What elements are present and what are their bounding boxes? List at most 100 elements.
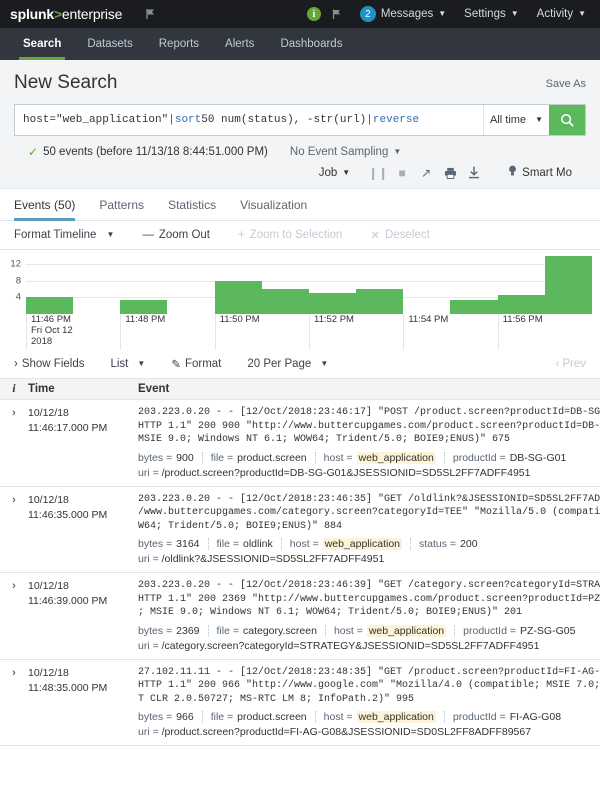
nav-label: Search <box>23 38 62 50</box>
event-uri[interactable]: uri = /product.screen?productId=DB-SG-G0… <box>138 467 600 479</box>
tab-visualization[interactable]: Visualization <box>228 189 319 220</box>
flag-icon[interactable] <box>144 7 158 21</box>
zoom-to-selection-label: Zoom to Selection <box>249 229 343 241</box>
event-uri[interactable]: uri = /oldlink?&JSESSIONID=SD5SL2FF7ADFF… <box>138 553 600 565</box>
list-mode-dropdown[interactable]: List ▼ <box>110 358 145 370</box>
timeline-bar[interactable] <box>544 256 592 314</box>
prev-page-button[interactable]: ‹ Prev <box>556 358 587 370</box>
event-time-text: 11:46:39.000 PM <box>28 595 108 607</box>
tab-events[interactable]: Events (50) <box>14 189 87 221</box>
zoom-to-selection-button[interactable]: + Zoom to Selection <box>238 229 342 241</box>
expand-row-icon[interactable]: › <box>0 666 28 739</box>
event-field[interactable]: bytes = 3164 <box>138 538 209 550</box>
activity-menu[interactable]: Activity ▼ <box>537 8 586 20</box>
event-field[interactable]: bytes = 966 <box>138 711 203 723</box>
print-icon[interactable] <box>438 167 462 179</box>
event-field[interactable]: bytes = 900 <box>138 451 203 464</box>
job-menu[interactable]: Job ▼ <box>319 167 350 179</box>
pencil-icon: ✎ <box>171 359 181 371</box>
x-icon: ✕ <box>370 230 381 242</box>
table-row[interactable]: › 10/12/18 11:46:39.000 PM 203.223.0.20 - -… <box>0 573 600 660</box>
event-field[interactable]: host = web_application <box>324 451 445 464</box>
timeline-chart[interactable]: 4 8 12 11:46 PM Fri Oct 12 2018 11:48 PM 11:50… <box>0 250 600 350</box>
timeline-bar[interactable] <box>26 297 74 314</box>
event-field[interactable]: host = web_application <box>324 711 445 723</box>
format-label: Format <box>184 358 222 370</box>
search-input[interactable]: host="web_application" | sort 50 num(sta… <box>15 105 483 135</box>
y-axis-tick-label: 4 <box>15 291 21 303</box>
stop-icon[interactable]: ■ <box>390 166 414 180</box>
tab-label: Visualization <box>240 198 308 212</box>
event-field[interactable]: status = 200 <box>419 538 486 550</box>
prev-label: Prev <box>562 358 586 370</box>
flag-secondary-icon[interactable] <box>331 8 344 21</box>
event-time-cell[interactable]: 10/12/18 11:46:35.000 PM <box>28 493 138 566</box>
pause-icon[interactable]: ❙❙ <box>366 166 390 180</box>
event-field-key: productId = <box>452 451 506 464</box>
event-field[interactable]: productId = PZ-SG-G05 <box>463 625 583 637</box>
zoom-out-button[interactable]: — Zoom Out <box>142 229 210 241</box>
info-icon[interactable]: i <box>306 7 321 21</box>
event-field[interactable]: file = category.screen <box>217 624 326 637</box>
tab-statistics[interactable]: Statistics <box>156 189 228 220</box>
event-time-cell[interactable]: 10/12/18 11:46:39.000 PM <box>28 579 138 652</box>
nav-item-search[interactable]: Search <box>10 28 74 60</box>
table-row[interactable]: › 10/12/18 11:46:35.000 PM 203.223.0.20 - -… <box>0 487 600 573</box>
export-icon[interactable] <box>462 166 486 179</box>
settings-label: Settings <box>464 8 506 20</box>
share-icon[interactable]: ↗ <box>414 166 438 180</box>
event-time-cell[interactable]: 10/12/18 11:48:35.000 PM <box>28 666 138 739</box>
tab-patterns[interactable]: Patterns <box>87 189 156 220</box>
event-uri[interactable]: uri = /product.screen?productId=FI-AG-G0… <box>138 726 600 738</box>
run-search-button[interactable] <box>549 105 585 135</box>
event-field[interactable]: productId = DB-SG-G01 <box>453 452 574 464</box>
timeline-bars <box>26 256 592 314</box>
timeline-bar[interactable] <box>214 280 262 314</box>
nav-item-reports[interactable]: Reports <box>146 28 212 60</box>
event-raw-line: 27.102.11.11 - - [12/Oct/2018:23:48:35] … <box>138 666 600 678</box>
per-page-dropdown[interactable]: 20 Per Page ▼ <box>247 358 328 370</box>
format-timeline-button[interactable]: Format Timeline ▼ <box>14 229 114 241</box>
event-uri[interactable]: uri = /category.screen?categoryId=STRATE… <box>138 640 600 652</box>
table-row[interactable]: › 10/12/18 11:46:17.000 PM 203.223.0.20 - -… <box>0 400 600 487</box>
expand-row-icon[interactable]: › <box>0 406 28 479</box>
expand-row-icon[interactable]: › <box>0 579 28 652</box>
nav-item-alerts[interactable]: Alerts <box>212 28 267 60</box>
event-sampling-dropdown[interactable]: No Event Sampling ▼ <box>290 146 401 158</box>
table-row[interactable]: › 10/12/18 11:48:35.000 PM 27.102.11.11 - -… <box>0 660 600 746</box>
event-field-value: 200 <box>460 538 478 550</box>
event-field[interactable]: host = web_application <box>334 624 456 637</box>
nav-label: Dashboards <box>280 38 343 50</box>
smart-mode-button[interactable]: Smart Mo <box>508 165 572 180</box>
expand-row-icon[interactable]: › <box>0 493 28 566</box>
timeline-bar[interactable] <box>356 289 404 314</box>
x-axis-tick-label: 2018 <box>31 336 53 347</box>
event-field[interactable]: file = product.screen <box>211 451 316 464</box>
deselect-button[interactable]: ✕ Deselect <box>370 228 429 242</box>
event-field[interactable]: bytes = 2369 <box>138 624 209 637</box>
timeline-bar[interactable] <box>450 299 498 314</box>
events-summary: 50 events (before 11/13/18 8:44:51.000 P… <box>43 146 268 158</box>
event-field-value: web_application <box>366 624 447 637</box>
save-as-button[interactable]: Save As <box>546 72 586 90</box>
timeline-bar[interactable] <box>120 299 168 314</box>
settings-menu[interactable]: Settings ▼ <box>464 8 518 20</box>
nav-item-dashboards[interactable]: Dashboards <box>267 28 355 60</box>
event-field[interactable]: host = web_application <box>290 538 411 550</box>
event-field[interactable]: productId = FI-AG-G08 <box>453 711 569 723</box>
event-field[interactable]: file = product.screen <box>211 711 316 723</box>
timeline-plot-area[interactable]: 4 8 12 <box>10 256 592 314</box>
event-field[interactable]: file = oldlink <box>217 538 282 550</box>
timeline-bar[interactable] <box>261 289 309 314</box>
format-button[interactable]: ✎ Format <box>171 357 221 371</box>
timeline-bar[interactable] <box>497 295 545 314</box>
timeline-bar[interactable] <box>308 293 357 314</box>
messages-menu[interactable]: 2 Messages ▼ <box>359 6 446 22</box>
event-field-key: bytes = <box>138 451 173 464</box>
time-range-picker[interactable]: All time ▼ <box>483 105 549 135</box>
show-fields-button[interactable]: › Show Fields <box>14 358 84 370</box>
plus-icon: + <box>238 229 245 241</box>
event-time-cell[interactable]: 10/12/18 11:46:17.000 PM <box>28 406 138 479</box>
nav-item-datasets[interactable]: Datasets <box>74 28 145 60</box>
splunk-logo[interactable]: splunk>enterprise <box>10 6 122 22</box>
